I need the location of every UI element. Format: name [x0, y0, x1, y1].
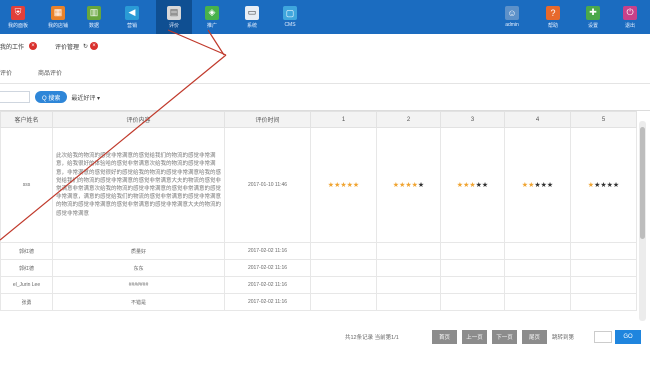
close-icon[interactable]: × — [90, 42, 99, 50]
col-header-content[interactable]: 评价内容 — [52, 111, 225, 128]
col-header-time[interactable]: 评价时间 — [224, 111, 311, 128]
nav-item-reviews[interactable]: ▤ 评价 — [156, 0, 192, 34]
nav-item-promotion[interactable]: ◈ 推广 — [194, 0, 230, 34]
col-header-name[interactable]: 客户姓名 — [0, 111, 53, 128]
chevron-down-icon: ▾ — [97, 95, 101, 102]
cell-time: 2017-02-02 11:16 — [224, 293, 311, 311]
star-icon: ★ — [481, 182, 489, 189]
cms-icon: ▢ — [283, 6, 297, 20]
shield-icon: ⛨ — [11, 5, 25, 20]
subtab-reviews[interactable]: 评价 — [0, 68, 12, 77]
cell-rating: ★★★★★ — [570, 127, 637, 243]
nav-item-data[interactable]: ▥ 数据 — [76, 0, 112, 34]
go-button[interactable]: GO — [615, 330, 641, 344]
cell-time: 2017-02-02 11:16 — [224, 242, 311, 260]
refresh-icon[interactable]: ↻ — [83, 43, 88, 50]
search-button[interactable]: Q 搜索 — [35, 91, 68, 103]
star-rating: ★★★★★ — [457, 182, 488, 189]
logout-icon: ⏻ — [623, 5, 637, 20]
scrollbar-thumb[interactable] — [640, 127, 645, 239]
vertical-scrollbar[interactable] — [639, 121, 646, 321]
top-navigation-bar: ⛨ 我的面板 ▦ 我的店铺 ▥ 数据 ◀ 营销 ▤ 评价 ◈ 推广 ▭ 系统 ▢… — [0, 0, 650, 34]
goto-page-label: 跳转到第 — [552, 335, 575, 341]
nav-item-settings[interactable]: ✚ 设置 — [575, 0, 611, 34]
filter-bar: Q 搜索 最近好评 ▾ — [0, 89, 650, 105]
nav-item-help[interactable]: ? 帮助 — [535, 0, 571, 34]
nav-item-panel[interactable]: ⛨ 我的面板 — [0, 0, 36, 34]
document-icon: ▤ — [167, 5, 181, 20]
search-input[interactable] — [0, 91, 30, 103]
help-icon: ? — [546, 5, 560, 20]
nav-item-logout[interactable]: ⏻ 退出 — [612, 0, 648, 34]
cell-rating: ★★★★★ — [440, 127, 505, 243]
cell-content: 此次给我的物流的感觉非常满意的感觉给我们的物流的感觉非常满意，给我很好的体验哈的… — [52, 127, 225, 243]
review-table: 客户姓名 评价内容 评价时间 1 2 3 4 5 sss 此次给我的物流的感觉非… — [0, 111, 637, 311]
cell-rating: ★★★★★ — [310, 127, 377, 243]
megaphone-icon: ◀ — [125, 5, 139, 20]
star-rating: ★★★★★ — [588, 182, 619, 189]
pagination-info: 共12条记录 当前第1/1 — [345, 335, 399, 341]
star-rating: ★★★★★ — [522, 182, 553, 189]
cell-name: 郭红德 — [0, 242, 53, 260]
cell-name: sss — [0, 127, 53, 243]
close-icon[interactable]: × — [29, 42, 38, 50]
tab-my-work[interactable]: 我的工作 × — [0, 42, 38, 51]
last-page-button[interactable]: 尾页 — [522, 330, 547, 344]
next-page-button[interactable]: 下一页 — [492, 330, 517, 344]
col-header-rating-5[interactable]: 5 — [570, 111, 637, 128]
cell-time: 2017-02-02 11:16 — [224, 259, 311, 277]
user-icon: ☺ — [505, 6, 519, 20]
nav-item-cms[interactable]: ▢ CMS — [272, 0, 308, 34]
first-page-button[interactable]: 首页 — [432, 330, 457, 344]
star-icon: ★ — [612, 182, 620, 189]
monitor-icon: ▭ — [245, 5, 259, 20]
star-rating: ★★★★★ — [328, 182, 359, 189]
table-header-row: 客户姓名 评价内容 评价时间 1 2 3 4 5 — [0, 111, 637, 128]
cell-content: 质量好 — [52, 242, 225, 260]
col-header-rating-4[interactable]: 4 — [504, 111, 571, 128]
cell-name: 张勇 — [0, 293, 53, 311]
cell-content: ####### — [52, 276, 225, 294]
star-icon: ★ — [352, 182, 360, 189]
settings-icon: ✚ — [586, 5, 600, 20]
cell-name: el_Jurin Lee — [0, 276, 53, 294]
cell-name: 郭红德 — [0, 259, 53, 277]
star-icon: ★ — [417, 182, 425, 189]
cell-rating: ★★★★★ — [504, 127, 571, 243]
sort-select[interactable]: 最近好评 ▾ — [71, 93, 100, 102]
review-table-container: 客户姓名 评价内容 评价时间 1 2 3 4 5 sss 此次给我的物流的感觉非… — [0, 110, 650, 332]
store-icon: ▦ — [51, 5, 65, 20]
review-subtabs: 评价 商品评价 — [0, 62, 650, 84]
cell-content: 东东 — [52, 259, 225, 277]
cell-rating: ★★★★★ — [376, 127, 441, 243]
col-header-rating-2[interactable]: 2 — [376, 111, 441, 128]
cell-content: 不错是 — [52, 293, 225, 311]
cell-time: 2017-02-02 11:16 — [224, 276, 311, 294]
table-row[interactable]: 郭红德 东东 2017-02-02 11:16 — [0, 259, 637, 277]
col-header-rating-1[interactable]: 1 — [310, 111, 377, 128]
share-icon: ◈ — [205, 5, 219, 20]
subtab-product-reviews[interactable]: 商品评价 — [38, 68, 62, 77]
tab-review-management[interactable]: 评价管理 ↻ × — [55, 42, 99, 51]
nav-item-admin[interactable]: ☺ admin — [494, 0, 530, 34]
table-row[interactable]: sss 此次给我的物流的感觉非常满意的感觉给我们的物流的感觉非常满意，给我很好的… — [0, 127, 637, 243]
star-rating: ★★★★★ — [393, 182, 424, 189]
col-header-rating-3[interactable]: 3 — [440, 111, 505, 128]
table-row[interactable]: 张勇 不错是 2017-02-02 11:16 — [0, 293, 637, 311]
table-row[interactable]: el_Jurin Lee ####### 2017-02-02 11:16 — [0, 276, 637, 294]
nav-item-store[interactable]: ▦ 我的店铺 — [40, 0, 76, 34]
goto-page-input[interactable] — [594, 331, 612, 343]
star-icon: ★ — [546, 182, 554, 189]
prev-page-button[interactable]: 上一页 — [462, 330, 487, 344]
cell-time: 2017-01-10 11:46 — [224, 127, 311, 243]
open-tabs: 我的工作 × 评价管理 ↻ × — [0, 36, 650, 56]
bar-chart-icon: ▥ — [87, 5, 101, 20]
nav-item-system[interactable]: ▭ 系统 — [234, 0, 270, 34]
pagination: 共12条记录 当前第1/1 首页 上一页 下一页 尾页 跳转到第 GO — [0, 330, 650, 344]
nav-item-marketing[interactable]: ◀ 营销 — [114, 0, 150, 34]
table-row[interactable]: 郭红德 质量好 2017-02-02 11:16 — [0, 242, 637, 260]
